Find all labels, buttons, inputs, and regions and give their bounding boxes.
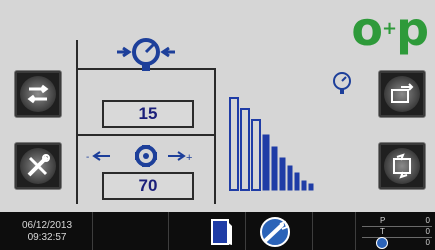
svg-text:+: +: [186, 152, 192, 164]
footer-divider-2: [168, 212, 170, 250]
reading-f-value: 0: [425, 238, 430, 247]
pump-direction-icon: - +: [86, 145, 192, 167]
datetime-display: 06/12/2013 09:32:57: [22, 220, 72, 244]
footer-divider-5: [355, 212, 357, 250]
reading-p-value: 0: [425, 216, 430, 225]
footer-divider-4: [312, 212, 314, 250]
exit-button[interactable]: [202, 217, 242, 247]
brand-logo-o2: p: [396, 2, 429, 56]
swap-arrows-icon: [20, 76, 56, 112]
pressure-gauge-icon: [117, 38, 175, 71]
door-icon: [211, 219, 232, 245]
wrench-icon: [260, 217, 290, 247]
level-bar: [251, 119, 261, 191]
hmi-screen: o+p 15 - + 70 06/12/2013 09:32:57 P 0 T …: [0, 0, 435, 250]
level-bar: [279, 157, 286, 191]
swap-button[interactable]: [14, 70, 62, 118]
brand-logo: o+p: [351, 6, 429, 52]
reading-p: P 0: [362, 216, 432, 227]
footer-divider-1: [92, 212, 94, 250]
reading-t: T 0: [362, 227, 432, 238]
export-button[interactable]: [378, 70, 426, 118]
maintenance-button[interactable]: [252, 216, 298, 248]
tools-icon: [20, 148, 56, 184]
level-bar: [271, 146, 278, 191]
reading-t-value: 0: [425, 227, 430, 236]
process-readings: P 0 T 0 0: [362, 216, 432, 249]
brand-logo-o1: o: [351, 2, 383, 56]
tools-button[interactable]: [14, 142, 62, 190]
panel-divider-right: [214, 68, 216, 204]
cycle-button[interactable]: [378, 142, 426, 190]
level-bar: [301, 180, 307, 191]
pressure-value: 15: [102, 100, 194, 128]
reading-t-label: T: [380, 227, 385, 236]
level-bar: [294, 172, 300, 191]
gauge-indicator-icon: [333, 72, 351, 94]
footer-divider-3: [245, 212, 247, 250]
export-icon: [384, 76, 420, 112]
date-text: 06/12/2013: [22, 220, 73, 231]
status-footer: 06/12/2013 09:32:57 P 0 T 0 0: [0, 212, 435, 250]
cycle-icon: [384, 148, 420, 184]
level-bar: [229, 97, 239, 191]
reading-f: 0: [362, 237, 432, 249]
level-bar: [287, 165, 293, 191]
panel-divider-left: [76, 40, 78, 204]
brand-logo-plus: +: [381, 18, 397, 39]
flow-small-icon: [376, 237, 388, 249]
flow-value: 70: [102, 172, 194, 200]
level-bar: [240, 108, 250, 191]
time-text: 09:32:57: [27, 232, 67, 243]
level-bar: [262, 134, 270, 191]
reading-p-label: P: [380, 216, 386, 225]
panel-divider-middle: [76, 134, 216, 136]
level-bar: [308, 183, 314, 191]
pressure-flow-panel: 15 - + 70: [76, 38, 216, 204]
svg-text:-: -: [86, 152, 89, 163]
